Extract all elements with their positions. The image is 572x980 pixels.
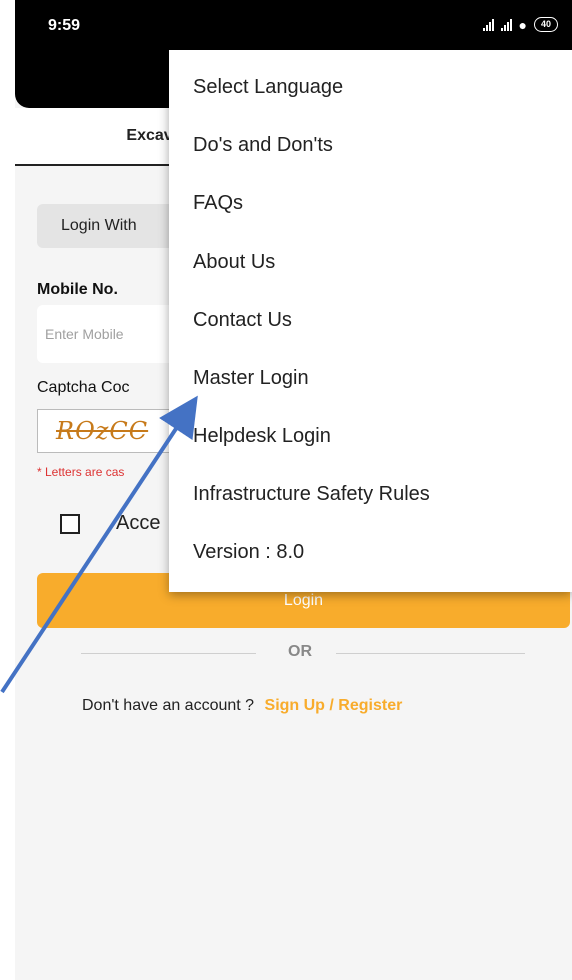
annotation-arrow [0, 395, 198, 694]
